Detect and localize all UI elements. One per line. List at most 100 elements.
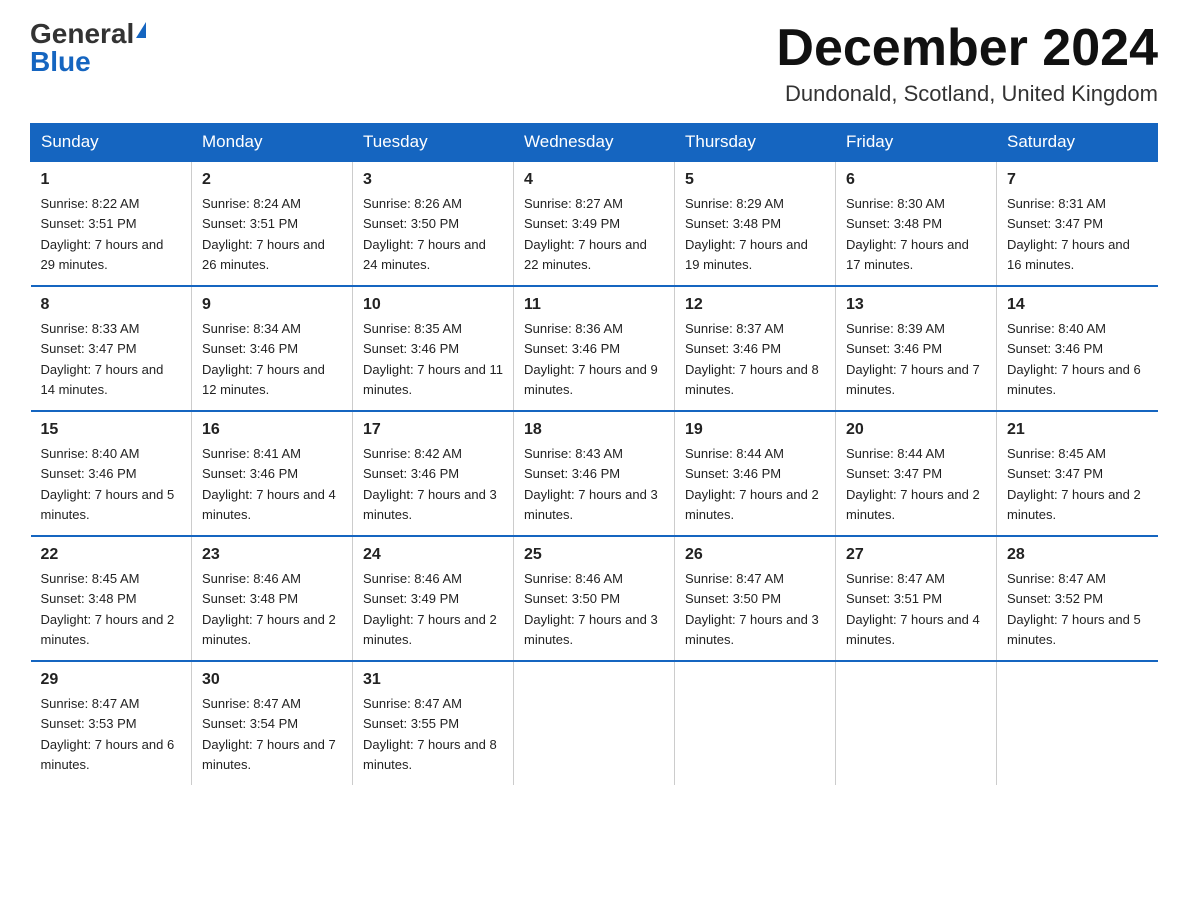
day-info: Sunrise: 8:26 AMSunset: 3:50 PMDaylight:… <box>363 196 486 272</box>
day-info: Sunrise: 8:30 AMSunset: 3:48 PMDaylight:… <box>846 196 969 272</box>
calendar-day-cell: 18 Sunrise: 8:43 AMSunset: 3:46 PMDaylig… <box>514 411 675 536</box>
calendar-day-cell: 27 Sunrise: 8:47 AMSunset: 3:51 PMDaylig… <box>836 536 997 661</box>
calendar-day-cell: 20 Sunrise: 8:44 AMSunset: 3:47 PMDaylig… <box>836 411 997 536</box>
calendar-day-cell: 19 Sunrise: 8:44 AMSunset: 3:46 PMDaylig… <box>675 411 836 536</box>
calendar-day-cell: 3 Sunrise: 8:26 AMSunset: 3:50 PMDayligh… <box>353 161 514 286</box>
day-number: 13 <box>846 293 986 317</box>
column-header-friday: Friday <box>836 124 997 162</box>
calendar-day-cell: 28 Sunrise: 8:47 AMSunset: 3:52 PMDaylig… <box>997 536 1158 661</box>
day-number: 9 <box>202 293 342 317</box>
day-number: 20 <box>846 418 986 442</box>
calendar-empty-cell <box>514 661 675 785</box>
day-info: Sunrise: 8:47 AMSunset: 3:53 PMDaylight:… <box>41 696 175 772</box>
calendar-day-cell: 7 Sunrise: 8:31 AMSunset: 3:47 PMDayligh… <box>997 161 1158 286</box>
calendar-day-cell: 14 Sunrise: 8:40 AMSunset: 3:46 PMDaylig… <box>997 286 1158 411</box>
day-number: 15 <box>41 418 182 442</box>
day-number: 26 <box>685 543 825 567</box>
day-info: Sunrise: 8:45 AMSunset: 3:47 PMDaylight:… <box>1007 446 1141 522</box>
day-number: 27 <box>846 543 986 567</box>
calendar-day-cell: 26 Sunrise: 8:47 AMSunset: 3:50 PMDaylig… <box>675 536 836 661</box>
calendar-day-cell: 2 Sunrise: 8:24 AMSunset: 3:51 PMDayligh… <box>192 161 353 286</box>
day-info: Sunrise: 8:47 AMSunset: 3:50 PMDaylight:… <box>685 571 819 647</box>
calendar-day-cell: 30 Sunrise: 8:47 AMSunset: 3:54 PMDaylig… <box>192 661 353 785</box>
page-header: General Blue December 2024 Dundonald, Sc… <box>30 20 1158 107</box>
day-info: Sunrise: 8:37 AMSunset: 3:46 PMDaylight:… <box>685 321 819 397</box>
day-info: Sunrise: 8:43 AMSunset: 3:46 PMDaylight:… <box>524 446 658 522</box>
day-info: Sunrise: 8:46 AMSunset: 3:50 PMDaylight:… <box>524 571 658 647</box>
day-number: 23 <box>202 543 342 567</box>
day-number: 25 <box>524 543 664 567</box>
day-info: Sunrise: 8:24 AMSunset: 3:51 PMDaylight:… <box>202 196 325 272</box>
day-info: Sunrise: 8:46 AMSunset: 3:48 PMDaylight:… <box>202 571 336 647</box>
logo-triangle-icon <box>136 22 146 38</box>
day-number: 1 <box>41 168 182 192</box>
calendar-week-row: 22 Sunrise: 8:45 AMSunset: 3:48 PMDaylig… <box>31 536 1158 661</box>
calendar-week-row: 29 Sunrise: 8:47 AMSunset: 3:53 PMDaylig… <box>31 661 1158 785</box>
column-header-thursday: Thursday <box>675 124 836 162</box>
day-number: 2 <box>202 168 342 192</box>
day-info: Sunrise: 8:47 AMSunset: 3:51 PMDaylight:… <box>846 571 980 647</box>
day-info: Sunrise: 8:47 AMSunset: 3:55 PMDaylight:… <box>363 696 497 772</box>
day-number: 18 <box>524 418 664 442</box>
day-info: Sunrise: 8:29 AMSunset: 3:48 PMDaylight:… <box>685 196 808 272</box>
month-title: December 2024 <box>776 20 1158 77</box>
column-header-tuesday: Tuesday <box>353 124 514 162</box>
day-number: 8 <box>41 293 182 317</box>
calendar-day-cell: 6 Sunrise: 8:30 AMSunset: 3:48 PMDayligh… <box>836 161 997 286</box>
day-info: Sunrise: 8:31 AMSunset: 3:47 PMDaylight:… <box>1007 196 1130 272</box>
calendar-empty-cell <box>675 661 836 785</box>
calendar-week-row: 1 Sunrise: 8:22 AMSunset: 3:51 PMDayligh… <box>31 161 1158 286</box>
calendar-day-cell: 8 Sunrise: 8:33 AMSunset: 3:47 PMDayligh… <box>31 286 192 411</box>
column-header-monday: Monday <box>192 124 353 162</box>
day-number: 6 <box>846 168 986 192</box>
calendar-day-cell: 15 Sunrise: 8:40 AMSunset: 3:46 PMDaylig… <box>31 411 192 536</box>
day-number: 14 <box>1007 293 1148 317</box>
logo-general-text: General <box>30 20 134 48</box>
day-number: 7 <box>1007 168 1148 192</box>
calendar-week-row: 15 Sunrise: 8:40 AMSunset: 3:46 PMDaylig… <box>31 411 1158 536</box>
calendar-day-cell: 22 Sunrise: 8:45 AMSunset: 3:48 PMDaylig… <box>31 536 192 661</box>
day-number: 5 <box>685 168 825 192</box>
title-area: December 2024 Dundonald, Scotland, Unite… <box>776 20 1158 107</box>
day-number: 16 <box>202 418 342 442</box>
day-number: 19 <box>685 418 825 442</box>
calendar-day-cell: 4 Sunrise: 8:27 AMSunset: 3:49 PMDayligh… <box>514 161 675 286</box>
day-info: Sunrise: 8:44 AMSunset: 3:46 PMDaylight:… <box>685 446 819 522</box>
calendar-day-cell: 16 Sunrise: 8:41 AMSunset: 3:46 PMDaylig… <box>192 411 353 536</box>
calendar-day-cell: 9 Sunrise: 8:34 AMSunset: 3:46 PMDayligh… <box>192 286 353 411</box>
calendar-day-cell: 29 Sunrise: 8:47 AMSunset: 3:53 PMDaylig… <box>31 661 192 785</box>
calendar-day-cell: 12 Sunrise: 8:37 AMSunset: 3:46 PMDaylig… <box>675 286 836 411</box>
day-number: 4 <box>524 168 664 192</box>
day-info: Sunrise: 8:44 AMSunset: 3:47 PMDaylight:… <box>846 446 980 522</box>
calendar-table: SundayMondayTuesdayWednesdayThursdayFrid… <box>30 123 1158 785</box>
day-number: 3 <box>363 168 503 192</box>
calendar-day-cell: 5 Sunrise: 8:29 AMSunset: 3:48 PMDayligh… <box>675 161 836 286</box>
calendar-empty-cell <box>997 661 1158 785</box>
day-info: Sunrise: 8:35 AMSunset: 3:46 PMDaylight:… <box>363 321 503 397</box>
day-info: Sunrise: 8:45 AMSunset: 3:48 PMDaylight:… <box>41 571 175 647</box>
day-info: Sunrise: 8:46 AMSunset: 3:49 PMDaylight:… <box>363 571 497 647</box>
calendar-day-cell: 10 Sunrise: 8:35 AMSunset: 3:46 PMDaylig… <box>353 286 514 411</box>
day-info: Sunrise: 8:22 AMSunset: 3:51 PMDaylight:… <box>41 196 164 272</box>
day-info: Sunrise: 8:41 AMSunset: 3:46 PMDaylight:… <box>202 446 336 522</box>
day-number: 30 <box>202 668 342 692</box>
day-number: 11 <box>524 293 664 317</box>
day-info: Sunrise: 8:47 AMSunset: 3:54 PMDaylight:… <box>202 696 336 772</box>
day-number: 29 <box>41 668 182 692</box>
day-number: 31 <box>363 668 503 692</box>
day-info: Sunrise: 8:27 AMSunset: 3:49 PMDaylight:… <box>524 196 647 272</box>
calendar-week-row: 8 Sunrise: 8:33 AMSunset: 3:47 PMDayligh… <box>31 286 1158 411</box>
day-info: Sunrise: 8:42 AMSunset: 3:46 PMDaylight:… <box>363 446 497 522</box>
logo-blue-text: Blue <box>30 48 91 76</box>
calendar-day-cell: 1 Sunrise: 8:22 AMSunset: 3:51 PMDayligh… <box>31 161 192 286</box>
calendar-day-cell: 11 Sunrise: 8:36 AMSunset: 3:46 PMDaylig… <box>514 286 675 411</box>
day-info: Sunrise: 8:47 AMSunset: 3:52 PMDaylight:… <box>1007 571 1141 647</box>
calendar-empty-cell <box>836 661 997 785</box>
calendar-day-cell: 13 Sunrise: 8:39 AMSunset: 3:46 PMDaylig… <box>836 286 997 411</box>
day-info: Sunrise: 8:33 AMSunset: 3:47 PMDaylight:… <box>41 321 164 397</box>
day-number: 17 <box>363 418 503 442</box>
calendar-day-cell: 25 Sunrise: 8:46 AMSunset: 3:50 PMDaylig… <box>514 536 675 661</box>
logo: General Blue <box>30 20 146 76</box>
column-header-wednesday: Wednesday <box>514 124 675 162</box>
day-number: 28 <box>1007 543 1148 567</box>
